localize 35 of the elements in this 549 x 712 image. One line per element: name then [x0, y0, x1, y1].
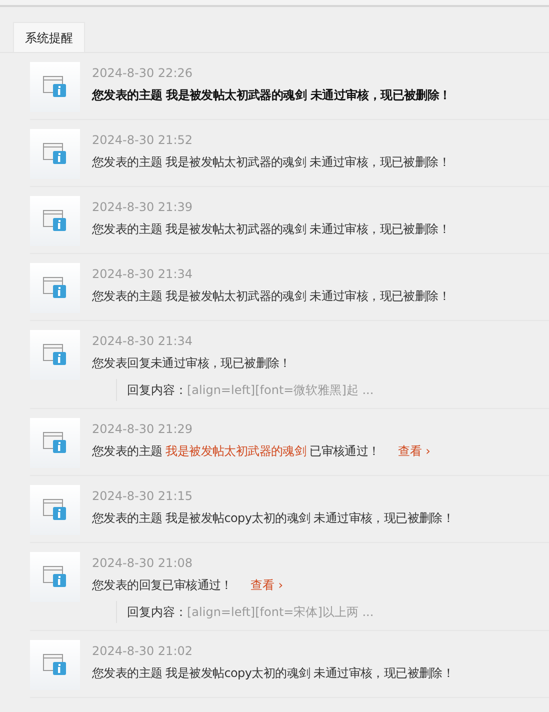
quote-label: 回复内容： [127, 604, 187, 621]
notice-icon [30, 330, 80, 380]
notice-message: 您发表的主题 我是被发帖太初武器的魂剑 未通过审核，现已被删除！ [92, 288, 450, 305]
notice-message: 您发表的回复已审核通过！ [92, 577, 232, 594]
notice-icon [30, 62, 80, 112]
quote-label: 回复内容： [127, 382, 187, 399]
quote-text: [align=left][font=宋体]以上两 ... [187, 604, 374, 621]
notice-message: 您发表的主题 我是被发帖copy太初的魂剑 未通过审核，现已被删除！ [92, 510, 454, 527]
notice-icon [30, 263, 80, 313]
notice-message: 您发表的主题 我是被发帖太初武器的魂剑 未通过审核，现已被删除！ [92, 154, 450, 171]
view-link[interactable]: 查看 › [250, 576, 284, 594]
quote-text: [align=left][font=微软雅黑]起 ... [187, 382, 374, 399]
notice-message: 您发表的主题 我是被发帖太初武器的魂剑 已审核通过！ [92, 443, 380, 460]
notice-message: 您发表回复未通过审核，现已被删除！ [92, 355, 291, 372]
notice-time: 2024-8-30 21:29 [92, 421, 194, 437]
tab[interactable]: 系统提醒 [13, 22, 85, 52]
notice-time: 2024-8-30 21:15 [92, 488, 194, 504]
notice-time: 2024-8-30 22:26 [92, 65, 194, 81]
notice-icon [30, 418, 80, 468]
notice-icon [30, 640, 80, 690]
notice-icon [30, 196, 80, 246]
notice-message: 您发表的主题 我是被发帖copy太初的魂剑 未通过审核，现已被删除！ [92, 665, 454, 682]
notice-time: 2024-8-30 21:34 [92, 333, 194, 349]
view-link[interactable]: 查看 › [398, 442, 430, 460]
notice-icon [30, 552, 80, 602]
notice-time: 2024-8-30 21:39 [92, 199, 194, 215]
notice-message: 您发表的主题 我是被发帖太初武器的魂剑 未通过审核，现已被删除！ [92, 87, 451, 104]
notice-icon [30, 485, 80, 535]
notice-icon [30, 129, 80, 179]
notice-time: 2024-8-30 21:34 [92, 266, 194, 282]
notice-time: 2024-8-30 21:52 [92, 132, 194, 148]
notice-time: 2024-8-30 21:08 [92, 555, 194, 571]
notice-time: 2024-8-30 21:02 [92, 643, 194, 659]
topic-link[interactable]: 我是被发帖太初武器的魂剑 [166, 444, 306, 458]
notice-message: 您发表的主题 我是被发帖太初武器的魂剑 未通过审核，现已被删除！ [92, 221, 450, 238]
